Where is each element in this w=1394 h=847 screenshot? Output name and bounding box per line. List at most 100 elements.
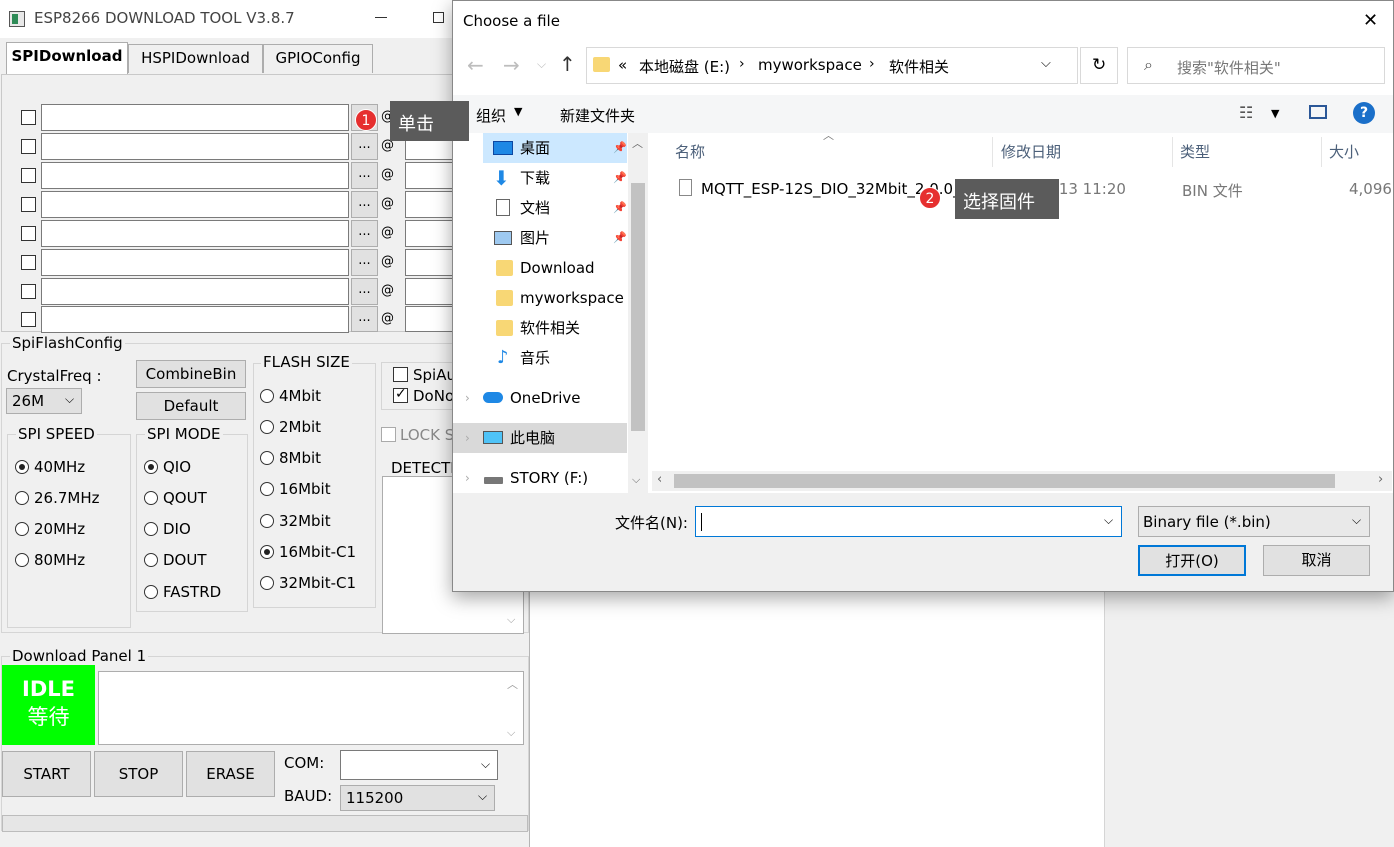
new-folder-button[interactable]: 新建文件夹 [560,105,635,126]
preview-pane-icon[interactable] [1309,105,1327,119]
sidebar-item-pictures[interactable]: 图片 📌 [453,223,628,253]
row-checkbox[interactable] [21,226,36,241]
breadcrumb-myworkspace[interactable]: myworkspace [758,56,862,74]
file-list-hscrollbar[interactable]: ‹ › [652,471,1392,491]
search-box[interactable]: ⌕ 搜索"软件相关" [1127,47,1385,84]
sidebar-item-download-folder[interactable]: Download [453,253,628,283]
baud-select[interactable]: 115200 ⌵ [340,785,495,811]
path-field[interactable] [41,278,349,305]
row-checkbox[interactable] [21,139,36,154]
flash-size-radio[interactable] [260,420,274,434]
browse-button[interactable]: ... [351,306,378,332]
start-button[interactable]: START [2,751,91,797]
forward-arrow-icon[interactable]: → [503,53,520,77]
sidebar-item-documents[interactable]: 文档 📌 [453,193,628,223]
minimize-icon[interactable] [375,17,387,18]
open-button[interactable]: 打开(O) [1138,545,1246,576]
breadcrumb-overflow[interactable]: « [618,56,627,74]
spi-speed-radio[interactable] [15,522,29,536]
sidebar-item-this-pc[interactable]: › 此电脑 [453,423,628,453]
flash-size-radio[interactable] [260,576,274,590]
column-size[interactable]: 大小 [1329,137,1359,167]
combine-bin-button[interactable]: CombineBin [136,360,246,388]
sidebar-item-software[interactable]: 软件相关 [453,313,628,343]
com-select[interactable]: ⌵ [340,750,498,780]
lock-checkbox[interactable] [381,427,396,442]
row-checkbox[interactable] [21,197,36,212]
breadcrumb-drive[interactable]: 本地磁盘 (E:) [639,56,730,77]
help-icon[interactable]: ? [1353,102,1375,124]
spi-mode-radio[interactable] [144,585,158,599]
spi-speed-radio[interactable] [15,553,29,567]
browse-button[interactable]: ... [351,278,378,305]
stop-button[interactable]: STOP [94,751,183,797]
scroll-right-icon[interactable]: › [1378,472,1383,487]
flash-size-radio[interactable] [260,514,274,528]
path-field[interactable] [41,306,349,333]
row-checkbox[interactable] [21,110,36,125]
scrollbar-thumb[interactable] [631,183,645,431]
expand-chevron-icon[interactable]: › [465,383,470,413]
up-arrow-icon[interactable]: ↑ [559,52,576,76]
sidebar-item-onedrive[interactable]: › OneDrive [453,383,628,413]
refresh-button[interactable]: ↻ [1080,47,1118,84]
scroll-down-icon[interactable]: ⌵ [507,726,515,740]
sidebar-scrollbar[interactable]: ︿ ⌵ [628,133,648,493]
row-checkbox[interactable] [21,168,36,183]
path-field[interactable] [41,249,349,276]
close-icon[interactable]: ✕ [1363,10,1378,31]
path-field[interactable] [41,133,349,160]
sidebar-item-story-drive[interactable]: › STORY (F:) [453,463,628,493]
pin-icon[interactable]: 📌 [613,163,627,193]
column-name[interactable]: 名称 [675,137,705,167]
spiauto-checkbox[interactable] [393,367,408,382]
sidebar-item-myworkspace[interactable]: myworkspace [453,283,628,313]
scroll-down-icon[interactable]: ⌵ [507,613,515,627]
spi-mode-radio[interactable] [144,491,158,505]
sidebar-item-downloads[interactable]: ⬇ 下载 📌 [453,163,628,193]
browse-button[interactable]: ... [351,133,378,160]
sidebar-item-music[interactable]: ♪ 音乐 [453,343,628,373]
pin-icon[interactable]: 📌 [613,133,627,163]
tab-hspidownload[interactable]: HSPIDownload [128,44,263,73]
row-checkbox[interactable] [21,255,36,270]
spi-mode-radio[interactable] [144,553,158,567]
crystal-select[interactable]: 26M ⌵ [6,388,82,414]
column-date[interactable]: 修改日期 [1001,137,1061,167]
scroll-up-icon[interactable]: ︿ [632,135,643,151]
flash-size-radio[interactable] [260,389,274,403]
expand-chevron-icon[interactable]: › [465,423,470,453]
chevron-down-icon[interactable]: ▼ [1271,107,1279,120]
chevron-down-icon[interactable]: ⌵ [1041,56,1051,71]
maximize-icon[interactable] [433,12,444,23]
chevron-down-icon[interactable]: ⌵ [1104,513,1113,528]
recent-dropdown-icon[interactable]: ⌵ [537,57,546,72]
scroll-up-icon[interactable]: ︿ [507,676,518,692]
log-box[interactable]: ︿ ⌵ [98,671,524,745]
file-type-filter[interactable]: Binary file (*.bin) ⌵ [1138,506,1370,537]
pin-icon[interactable]: 📌 [613,223,627,253]
erase-button[interactable]: ERASE [186,751,275,797]
flash-size-radio[interactable] [260,545,274,559]
browse-button[interactable]: ... [351,220,378,247]
browse-button[interactable]: ... [351,162,378,189]
column-type[interactable]: 类型 [1180,137,1210,167]
breadcrumb-current[interactable]: 软件相关 [889,56,949,77]
spi-speed-radio[interactable] [15,460,29,474]
row-checkbox[interactable] [21,312,36,327]
spi-mode-radio[interactable] [144,460,158,474]
path-field[interactable] [41,220,349,247]
browse-button[interactable]: ... [351,249,378,276]
view-options-icon[interactable]: ☷ [1239,103,1253,122]
tab-gpioconfig[interactable]: GPIOConfig [263,44,373,73]
flash-size-radio[interactable] [260,451,274,465]
scrollbar-thumb[interactable] [674,474,1335,488]
path-field[interactable] [41,191,349,218]
pin-icon[interactable]: 📌 [613,193,627,223]
expand-chevron-icon[interactable]: › [465,463,470,493]
path-field[interactable] [41,104,349,131]
organize-menu[interactable]: 组织 [476,105,506,126]
donot-checkbox[interactable] [393,386,408,403]
back-arrow-icon[interactable]: ← [467,53,484,77]
spi-mode-radio[interactable] [144,522,158,536]
